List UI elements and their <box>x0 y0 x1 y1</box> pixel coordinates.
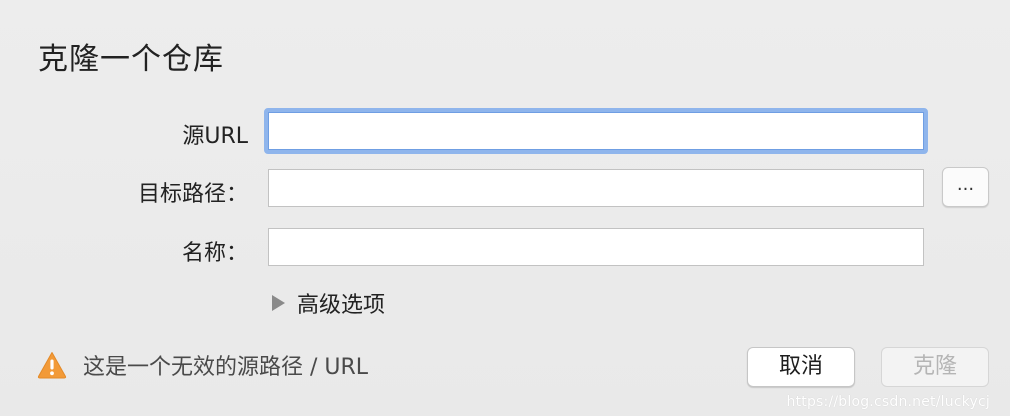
target-path-label: 目标路径： <box>137 182 248 207</box>
cancel-button[interactable]: 取消 <box>747 347 855 387</box>
advanced-options-label: 高级选项 <box>297 293 386 318</box>
source-url-label: 源URL <box>182 124 248 149</box>
advanced-options-toggle[interactable]: 高级选项 <box>272 287 385 319</box>
watermark-text: https://blog.csdn.net/luckycj <box>786 394 990 410</box>
clone-repository-dialog: 克隆一个仓库 源URL 目标路径： ... 名称： 高级选项 这是一个无效的源路… <box>0 0 1010 416</box>
source-url-input[interactable] <box>264 108 928 154</box>
clone-button[interactable]: 克隆 <box>881 347 989 387</box>
browse-path-button[interactable]: ... <box>942 167 989 207</box>
dialog-title: 克隆一个仓库 <box>38 42 224 77</box>
warning-triangle-icon <box>37 352 67 379</box>
target-path-input[interactable] <box>268 169 924 207</box>
validation-warning: 这是一个无效的源路径 / URL <box>37 349 368 381</box>
name-label: 名称： <box>181 241 248 266</box>
name-input[interactable] <box>268 228 924 266</box>
warning-message: 这是一个无效的源路径 / URL <box>83 355 369 380</box>
disclosure-triangle-icon <box>272 295 285 311</box>
